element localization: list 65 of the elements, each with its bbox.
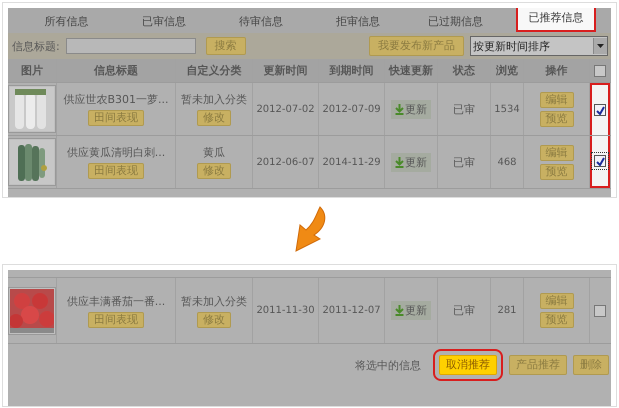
column-header: 自定义分类 [176,59,253,82]
checkmark-icon [596,106,604,114]
field-performance-button[interactable]: 田间表现 [88,163,144,179]
preview-button[interactable]: 预览 [540,312,574,328]
tab[interactable]: 拒审信息 [310,11,407,33]
dropdown-value: 按更新时间排序 [472,38,550,54]
edit-button[interactable]: 编辑 [540,92,574,108]
category-text: 黄瓜 [203,145,225,160]
table-cell: 已审 [438,136,491,188]
category-text: 暂未加入分类 [181,294,247,308]
footer-label: 将选中的信息 [355,358,421,372]
table-cell: 2012-06-07 [253,136,319,188]
column-header: 到期时间 [319,59,385,82]
download-arrow-icon [395,305,404,316]
column-header: 信息标题 [57,59,176,82]
table-cell: 已审 [438,83,491,135]
sort-dropdown[interactable]: 按更新时间排序 [470,36,608,56]
modify-button[interactable]: 修改 [197,312,231,328]
tab[interactable]: 所有信息 [18,11,116,33]
table-cell: 2012-07-02 [253,83,319,135]
modify-button[interactable]: 修改 [197,110,231,126]
tab[interactable]: 已过期信息 [406,11,504,33]
action-button[interactable]: 产品推荐 [509,355,567,375]
table-cell: 468 [491,136,524,188]
tab[interactable]: 已审信息 [115,11,212,33]
update-button[interactable]: 更新 [391,152,431,172]
table-cell: 2011-12-07 [319,278,385,343]
download-arrow-icon [395,104,404,114]
column-header: 操作 [524,59,590,82]
column-header: 浏览 [491,59,524,82]
download-arrow-icon [395,156,404,168]
column-header: 更新时间 [253,59,319,82]
product-title: 供应黄瓜清明白刺... [66,145,166,160]
table-cell: 1534 [491,83,524,135]
preview-button[interactable]: 预览 [540,110,574,126]
update-button[interactable]: 更新 [391,100,431,118]
dropdown-arrow-icon [597,44,604,48]
table-cell: 2011-11-30 [253,278,319,343]
checkbox[interactable] [591,101,609,119]
table-cell: 已审 [438,278,491,343]
product-title: 供应丰满番茄一番... [66,294,166,308]
column-header: 状态 [438,59,491,82]
field-performance-button[interactable]: 田间表现 [88,110,144,126]
tab[interactable]: 待审信息 [212,11,310,33]
action-button[interactable]: 删除 [573,355,609,375]
checkbox[interactable] [591,152,609,170]
search-label: 信息标题: [12,38,60,54]
preview-button[interactable]: 预览 [540,164,574,180]
search-field[interactable] [66,38,196,54]
update-button[interactable]: 更新 [391,301,431,320]
tab[interactable]: 已推荐信息 [516,8,596,32]
table-cell: 2014-11-29 [319,136,385,188]
column-header: 快速更新 [385,59,438,82]
edit-button[interactable]: 编辑 [540,144,574,160]
modify-button[interactable]: 修改 [197,163,231,179]
product-title: 供应世农B301一萝... [63,92,169,107]
edit-button[interactable]: 编辑 [540,293,574,309]
table-cell: 2012-07-09 [319,83,385,135]
category-text: 暂未加入分类 [181,92,247,107]
table-cell: 281 [491,278,524,343]
column-header: 图片 [8,59,57,82]
publish-button[interactable]: 我要发布新产品 [369,36,464,56]
field-performance-button[interactable]: 田间表现 [88,312,144,328]
search-button[interactable]: 搜索 [206,37,246,55]
checkmark-icon [596,156,604,166]
